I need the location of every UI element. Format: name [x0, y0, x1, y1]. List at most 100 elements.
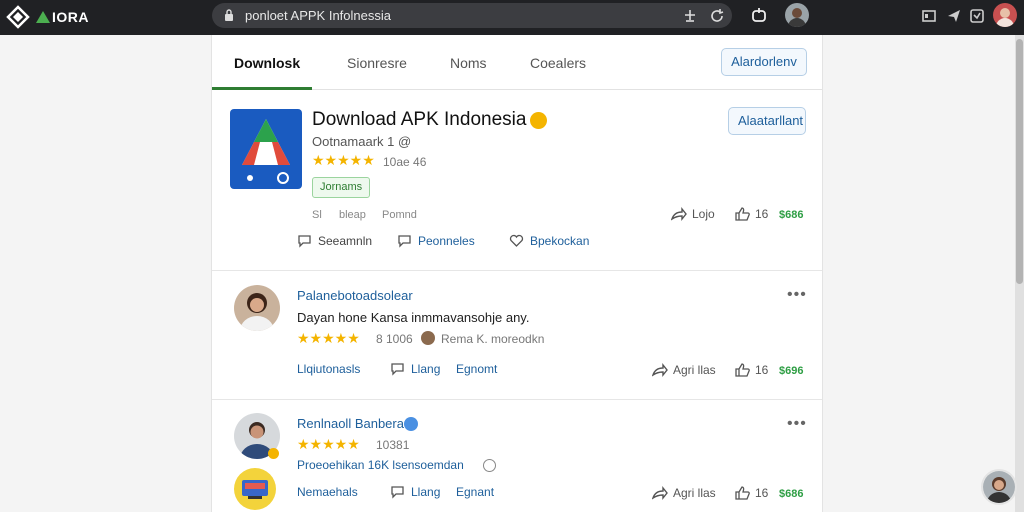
comment-2-action-3-label: Egnant [456, 485, 495, 499]
comment-2-action-1[interactable]: Nemaehals [297, 485, 358, 499]
thumbs-up-icon [735, 486, 750, 500]
comment-2-action-2-label: Llang [411, 485, 441, 499]
comment-1-stars-icon: ★★★★★ [297, 330, 360, 346]
comment-1-action-1-label: Llqiutonasls [297, 362, 361, 376]
url-text[interactable]: ponloet APPK Infolnessia [245, 8, 391, 23]
comment-2-action-3[interactable]: Egnant [456, 485, 494, 499]
comment-1-rating-text: 8 1006 [376, 332, 413, 346]
app-action-comment[interactable]: Seeamnln [297, 234, 372, 248]
comment-2-like-count: 16 [755, 486, 769, 500]
info-icon[interactable] [483, 459, 496, 472]
comment-2-stars-icon: ★★★★★ [297, 436, 360, 452]
app-meta-1: Sl [312, 209, 322, 221]
comment-1-avatar-icon [234, 285, 280, 331]
comment-1-share-button[interactable]: Agri llas [652, 363, 716, 377]
app-action-comment-label: Seeamnln [318, 234, 373, 248]
reload-icon[interactable] [709, 8, 725, 24]
comment-1-action-3[interactable]: Egnomt [456, 362, 497, 376]
comment-1-like-button[interactable]: 16 [735, 363, 768, 377]
lock-icon [225, 9, 233, 21]
comment-1-text: Dayan hone Kansa inmmavansohje any. [297, 310, 530, 325]
comment-divider [212, 399, 822, 400]
profile-avatar[interactable] [785, 3, 809, 27]
share-arrow-icon [652, 486, 668, 500]
comment-1-mention[interactable]: Rema K. moreodkn [441, 332, 544, 346]
app-action-save[interactable]: Bpekockan [509, 234, 589, 248]
app-rating-text: 10ae 46 [383, 155, 427, 169]
address-bar[interactable]: ponloet APPK Infolnessia [212, 3, 732, 28]
account-avatar[interactable] [993, 3, 1017, 27]
comment-1-more-icon[interactable]: ••• [787, 286, 807, 304]
brand-name: IORA [52, 9, 89, 25]
verified-badge-icon [530, 112, 547, 129]
app-meta-2: bleap [339, 209, 366, 221]
comment-2-share-button[interactable]: Agri llas [652, 486, 716, 500]
active-tab-indicator [212, 87, 312, 90]
comment-icon [391, 486, 404, 499]
comment-2-action-2[interactable]: Llang [390, 485, 440, 499]
comment-1-action-3-label: Egnomt [456, 362, 498, 376]
thumbs-up-icon [735, 207, 750, 221]
tab-downloads[interactable]: Downlosk [234, 55, 300, 71]
verified-check-icon [404, 417, 418, 431]
comment-2-points: $686 [779, 488, 804, 500]
share-arrow-icon [671, 207, 687, 221]
bookmark-icon[interactable] [968, 7, 986, 25]
category-chip[interactable]: Jornams [312, 177, 371, 198]
app-action-reply-label: Peonneles [418, 234, 475, 248]
app-share-label: Lojo [692, 207, 715, 221]
app-title: Download APK Indonesia [312, 109, 527, 130]
share-page-icon[interactable] [682, 8, 698, 24]
header-action-button[interactable]: Alardorlenv [721, 48, 807, 76]
section-divider [212, 270, 822, 271]
profile-avatar-icon [785, 3, 809, 27]
comment-1-action-2[interactable]: Llang [390, 362, 440, 376]
window-icon[interactable] [920, 7, 938, 25]
comment-1-author[interactable]: Palanebotoadsolear [297, 288, 413, 303]
sync-icon[interactable] [750, 7, 768, 25]
comment-2-action-1-label: Nemaehals [297, 485, 358, 499]
comment-2-text: Proeoehikan 16K lsensoemdan [297, 458, 464, 472]
brand[interactable]: IORA [36, 7, 89, 27]
thumbs-up-icon [735, 363, 750, 377]
app-share-button[interactable]: Lojo [671, 207, 715, 221]
comment-1-avatar[interactable] [234, 285, 280, 331]
follow-button[interactable]: Alaatarllant [728, 107, 806, 135]
comment-2-secondary-avatar[interactable] [234, 468, 276, 510]
tab-developers[interactable]: Coealers [530, 55, 586, 71]
comment-2-like-button[interactable]: 16 [735, 486, 768, 500]
browser-toolbar: IORA ponloet APPK Infolnessia [0, 0, 1024, 35]
comment-2-secondary-avatar-icon [242, 480, 268, 499]
tab-bar: Downlosk Sionresre Noms Coealers Alardor… [212, 35, 822, 90]
comment-1-action-1[interactable]: Llqiutonasls [297, 362, 360, 376]
tab-news[interactable]: Noms [450, 55, 487, 71]
floating-avatar-icon [983, 471, 1015, 503]
app-action-reply[interactable]: Peonneles [397, 234, 475, 248]
app-action-save-label: Bpekockan [530, 234, 590, 248]
comment-2-rating-text: 10381 [376, 438, 410, 452]
comment-1-share-label: Agri llas [673, 363, 716, 377]
app-subtitle: Ootnamaark 1 @ [312, 134, 412, 149]
floating-profile-avatar[interactable] [981, 469, 1017, 505]
mention-avatar-icon [421, 331, 435, 345]
page-scrollbar[interactable] [1015, 35, 1024, 512]
account-avatar-icon [993, 3, 1017, 27]
extension-icon[interactable] [945, 7, 963, 25]
heart-icon [509, 234, 524, 247]
brand-logo-icon [36, 11, 50, 23]
comment-1-action-2-label: Llang [411, 362, 441, 376]
app-like-count: 16 [755, 207, 769, 221]
comment-2-badge-icon [268, 448, 279, 459]
app-drive-icon [242, 119, 290, 184]
app-like-button[interactable]: 16 [735, 207, 768, 221]
app-icon [230, 109, 302, 189]
share-arrow-icon [652, 363, 668, 377]
content-panel: Downlosk Sionresre Noms Coealers Alardor… [211, 35, 823, 512]
comment-2-more-icon[interactable]: ••• [787, 415, 807, 433]
app-points: $686 [779, 209, 804, 221]
scrollbar-thumb[interactable] [1016, 39, 1023, 284]
app-logo-icon[interactable] [6, 5, 30, 29]
tab-reviews[interactable]: Sionresre [347, 55, 407, 71]
comment-2-author[interactable]: Renlnaoll Banbera [297, 416, 404, 431]
reply-icon [398, 235, 411, 248]
